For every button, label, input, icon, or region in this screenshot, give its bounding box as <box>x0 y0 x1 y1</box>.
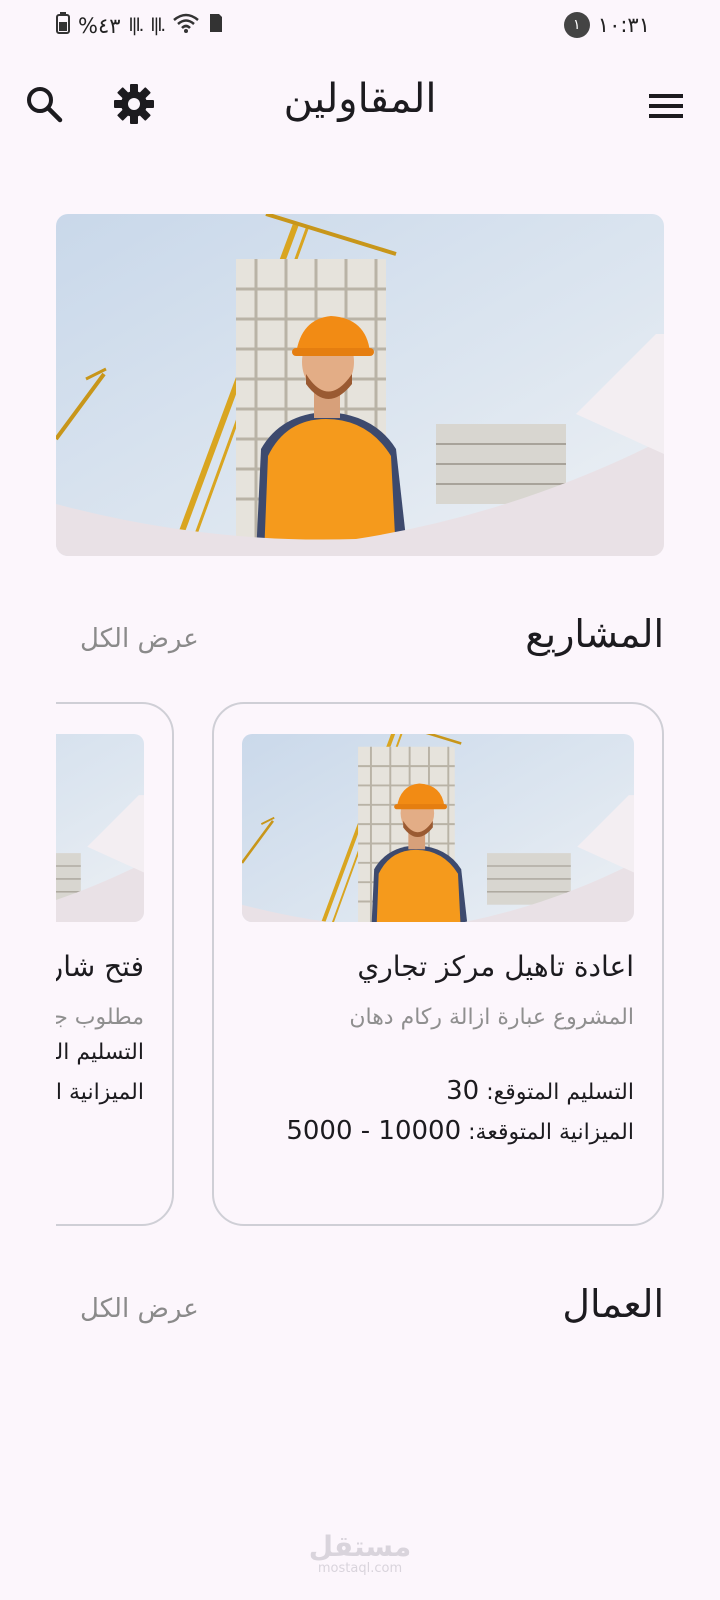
projects-section-title: المشاريع <box>525 612 664 656</box>
watermark-arabic: مستقل <box>308 1530 412 1563</box>
project-card-delivery: التسليم المت <box>56 1040 144 1065</box>
status-icons-left: %٤٣ l|l. l|l. <box>56 12 224 39</box>
delivery-label: التسليم المتوقع: <box>486 1080 634 1105</box>
hamburger-menu-icon <box>649 94 683 118</box>
sim-icon <box>208 12 224 39</box>
project-card-budget: الميزانية الم <box>56 1080 144 1105</box>
wifi-icon <box>172 12 200 39</box>
project-card-title: اعادة تاهيل مركز تجاري <box>357 950 634 983</box>
signal-icon-2: l|l. <box>150 15 166 36</box>
status-icons-right: ١ ١٠:٣١ <box>563 12 650 38</box>
project-card-description: مطلوب جرا <box>56 1005 144 1030</box>
project-card-image <box>56 734 144 922</box>
project-card[interactable]: فتح شار مطلوب جرا التسليم المت الميزانية… <box>56 702 174 1226</box>
projects-carousel[interactable]: اعادة تاهيل مركز تجاري المشروع عبارة ازا… <box>56 700 664 1228</box>
project-card-description: المشروع عبارة ازالة ركام دهان <box>349 1005 634 1030</box>
project-card-image <box>242 734 634 922</box>
projects-view-all-link[interactable]: عرض الكل <box>80 624 199 654</box>
workers-section-title: العمال <box>562 1282 664 1326</box>
app-bar: المقاولين <box>0 68 720 138</box>
project-card-delivery: التسليم المتوقع: 30 <box>446 1076 634 1106</box>
signal-icon: l|l. <box>128 15 145 36</box>
notification-badge: ١ <box>563 12 590 38</box>
hero-banner-image[interactable] <box>56 214 664 556</box>
budget-value: 5000 - 10000 <box>286 1116 462 1146</box>
project-card-budget: الميزانية المتوقعة: 5000 - 10000 <box>286 1116 634 1146</box>
page-title: المقاولين <box>283 76 437 122</box>
status-bar: %٤٣ l|l. l|l. ١ ١٠:٣١ <box>0 0 720 52</box>
battery-percent: %٤٣ <box>78 13 121 38</box>
delivery-value: 30 <box>446 1076 480 1106</box>
battery-icon <box>56 12 70 39</box>
workers-view-all-link[interactable]: عرض الكل <box>80 1294 199 1324</box>
watermark-latin: mostaql.com <box>317 1561 403 1576</box>
menu-button[interactable] <box>642 82 690 130</box>
project-card-title: فتح شار <box>56 950 144 983</box>
clock: ١٠:٣١ <box>597 13 650 37</box>
watermark-logo: مستقل mostaql.com <box>0 1530 720 1576</box>
budget-label: الميزانية المتوقعة: <box>468 1120 634 1145</box>
project-card[interactable]: اعادة تاهيل مركز تجاري المشروع عبارة ازا… <box>212 702 664 1226</box>
